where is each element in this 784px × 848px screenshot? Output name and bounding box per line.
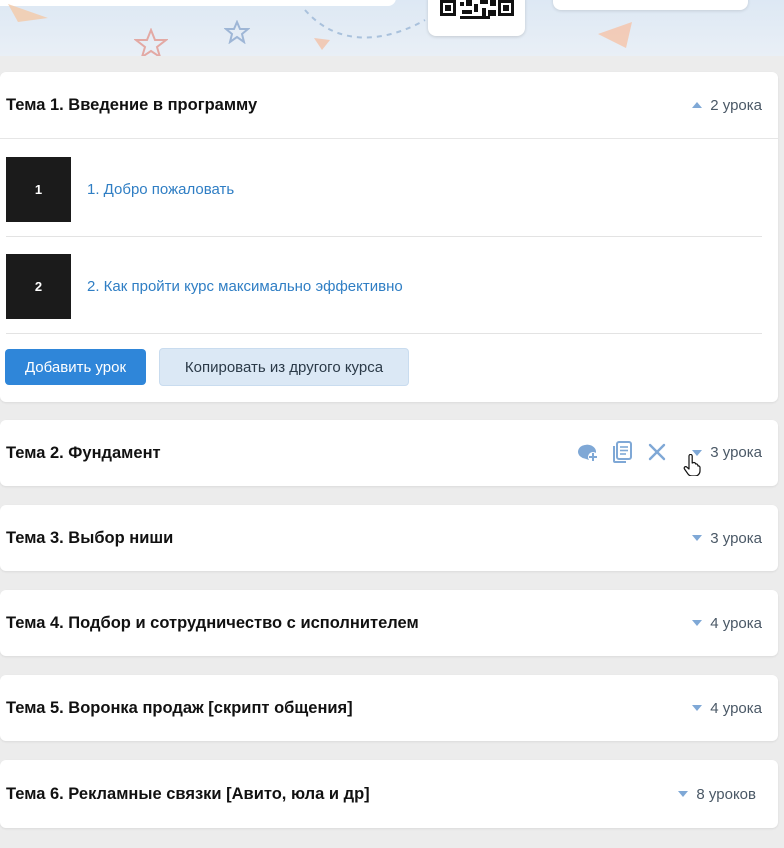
topic-5-header[interactable]: Тема 5. Воронка продаж [скрипт общения] … — [0, 675, 778, 741]
qr-code-card — [428, 0, 525, 36]
lesson-count-label: 4 урока — [710, 699, 762, 717]
paper-plane-right-icon — [598, 22, 632, 48]
lesson-count[interactable]: 8 уроков — [678, 786, 756, 803]
star-outline-icon — [134, 28, 168, 56]
star-small-icon — [224, 20, 250, 44]
divider — [6, 236, 762, 237]
lesson-count[interactable]: 2 урока — [692, 97, 762, 114]
divider — [6, 333, 762, 334]
lesson-count[interactable]: 4 урока — [692, 615, 762, 632]
copy-document-icon[interactable] — [611, 440, 635, 464]
hand-cursor-icon — [683, 454, 701, 476]
lesson-count-label: 4 урока — [710, 614, 762, 632]
expand-caret-icon[interactable] — [678, 791, 689, 797]
topic-title: Тема 6. Рекламные связки [Авито, юла и д… — [6, 784, 370, 803]
course-banner — [0, 0, 784, 56]
lesson-count[interactable]: 4 урока — [692, 700, 762, 717]
lesson-thumbnail[interactable]: 2 — [6, 253, 71, 319]
topic-5[interactable]: Тема 5. Воронка продаж [скрипт общения] … — [0, 675, 778, 741]
expand-caret-icon[interactable] — [692, 620, 703, 626]
add-lesson-button[interactable]: Добавить урок — [5, 349, 146, 385]
topic-title: Тема 3. Выбор ниши — [6, 528, 174, 547]
topic-4-header[interactable]: Тема 4. Подбор и сотрудничество с исполн… — [0, 590, 778, 656]
topic-title: Тема 5. Воронка продаж [скрипт общения] — [6, 698, 353, 717]
lesson-thumbnail[interactable]: 1 — [6, 156, 71, 222]
lesson-count-label: 2 урока — [710, 96, 762, 114]
topic-title: Тема 1. Введение в программу — [6, 95, 258, 114]
topic-3[interactable]: Тема 3. Выбор ниши 3 урока — [0, 505, 778, 571]
banner-card-right — [553, 0, 748, 10]
lesson-count-label: 8 уроков — [696, 785, 756, 803]
add-comment-icon[interactable] — [575, 440, 599, 464]
topic-4[interactable]: Тема 4. Подбор и сотрудничество с исполн… — [0, 590, 778, 656]
topic-3-header[interactable]: Тема 3. Выбор ниши 3 урока — [0, 505, 778, 571]
copy-from-course-button[interactable]: Копировать из другого курса — [159, 348, 409, 386]
expand-caret-icon[interactable] — [692, 705, 703, 711]
topic-title: Тема 4. Подбор и сотрудничество с исполн… — [6, 613, 419, 632]
expand-caret-icon[interactable] — [692, 535, 703, 541]
dotted-path-icon — [304, 9, 426, 50]
lesson-link[interactable]: 2. Как пройти курс максимально эффективн… — [87, 278, 403, 295]
topic-6-header[interactable]: Тема 6. Рекламные связки [Авито, юла и д… — [0, 760, 778, 828]
topic-1: Тема 1. Введение в программу 2 урока 1 1… — [0, 72, 778, 402]
topic-6[interactable]: Тема 6. Рекламные связки [Авито, юла и д… — [0, 760, 778, 828]
lesson-item[interactable]: 2 2. Как пройти курс максимально эффекти… — [6, 253, 762, 319]
lesson-count-label: 3 урока — [710, 444, 762, 461]
topic-toolbar — [575, 440, 669, 464]
collapse-caret-icon[interactable] — [692, 102, 703, 108]
topic-1-header[interactable]: Тема 1. Введение в программу 2 урока — [0, 72, 778, 139]
topic-title: Тема 2. Фундамент — [6, 443, 161, 462]
qr-code-icon — [440, 0, 514, 19]
close-icon[interactable] — [645, 440, 669, 464]
lesson-link[interactable]: 1. Добро пожаловать — [87, 181, 234, 198]
paper-plane-icon — [8, 4, 48, 22]
lesson-item[interactable]: 1 1. Добро пожаловать — [6, 156, 762, 222]
lesson-count-label: 3 урока — [710, 529, 762, 547]
topic-2[interactable]: Тема 2. Фундамент 3 урока — [0, 420, 778, 486]
lesson-count[interactable]: 3 урока — [692, 530, 762, 547]
lesson-count[interactable]: 3 урока — [692, 444, 762, 461]
